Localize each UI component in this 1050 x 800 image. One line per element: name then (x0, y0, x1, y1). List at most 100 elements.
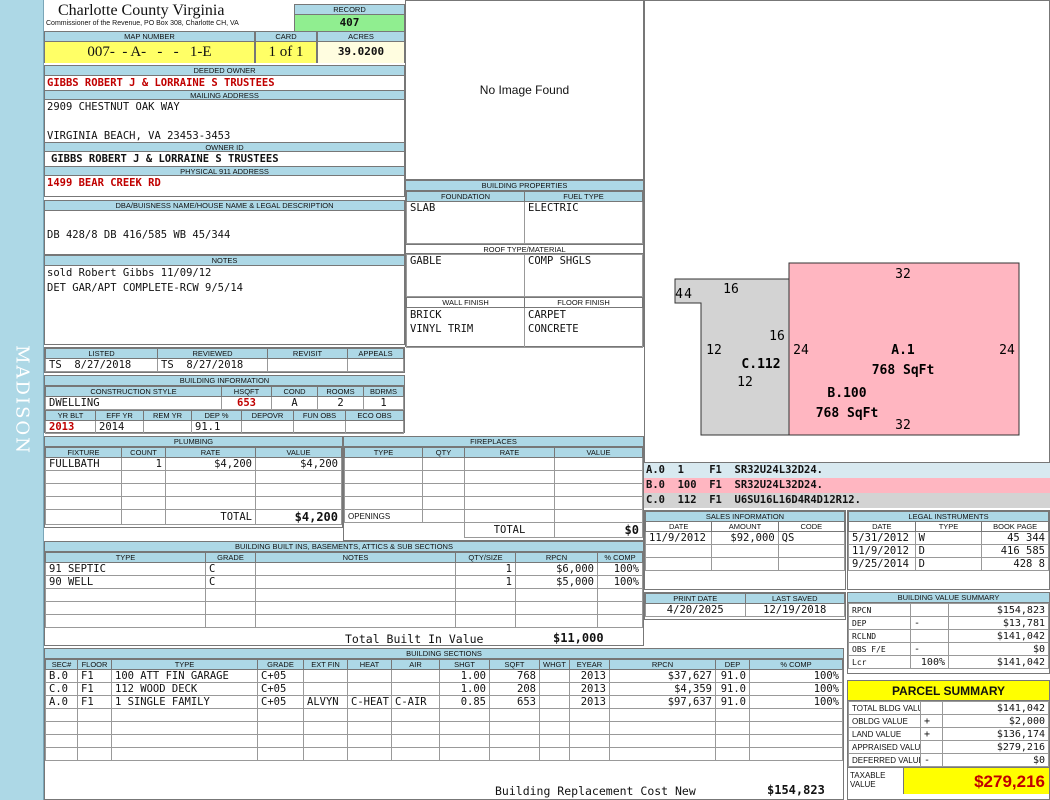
dim-c-left: 12 (706, 343, 722, 358)
print-date: 4/20/2025 (645, 603, 746, 617)
county-title: Charlotte County Virginia (58, 2, 225, 19)
wall-finish: BRICK VINYL TRIM (406, 307, 525, 348)
sale-row: 11/9/2012 $92,000 QS (644, 531, 846, 545)
record-number: 407 (295, 15, 404, 31)
card-number: 1 of 1 (256, 42, 316, 63)
foundation: SLAB (406, 201, 525, 244)
construction-style: DWELLING (45, 396, 222, 410)
parcel-row: APPRAISED VALUE $279,216 (848, 740, 1049, 754)
notes-box: NOTES sold Robert Gibbs 11/09/12 DET GAR… (44, 255, 405, 345)
plumbing-total: $4,200 (255, 509, 342, 525)
county-header: Charlotte County Virginia Commissioner o… (44, 0, 294, 31)
sidebar-district: MADISON (11, 345, 33, 455)
taxable-value: $279,216 (904, 768, 1049, 794)
builtin-total-label: Total Built In Value (345, 632, 484, 646)
dim-top: 32 (895, 267, 911, 282)
legal-instruments-box: LEGAL INSTRUMENTS DATE TYPE BOOK PAGE 5/31… (847, 510, 1050, 590)
section-code-c: C.0 112 F1 U6SU16L16D4R4D12R12. (644, 493, 1050, 508)
sketch-svg: 32 32 24 24 A.1 768 SqFt B.100 768 SqFt … (674, 262, 1020, 436)
building-value-summary: BUILDING VALUE SUMMARY RPCN $154,823 DEP -… (847, 592, 1050, 674)
yr-blt: 2013 (45, 420, 96, 434)
section-b-sqft: 768 SqFt (816, 406, 879, 421)
fuel-type: ELECTRIC (524, 201, 643, 244)
builtin-total: $11,000 (553, 631, 604, 645)
fireplace-total-label: TOTAL (464, 522, 555, 538)
dep-pct: 91.1 (191, 420, 242, 434)
bvs-row: RCLND $141,042 (848, 629, 1049, 643)
card-box: CARD 1 of 1 (255, 31, 317, 63)
fireplaces-box: FIREPLACES TYPE QTY RATE VALUE OPENINGS TOT… (343, 436, 644, 541)
taxable-row: TAXABLE VALUE $279,216 (848, 767, 1049, 794)
bvs-row: RPCN $154,823 (848, 603, 1049, 617)
listed: TS 8/27/2018 (45, 358, 158, 372)
building-sketch: 32 32 24 24 A.1 768 SqFt B.100 768 SqFt … (644, 0, 1050, 463)
revisit (267, 358, 348, 372)
bdrms: 1 (363, 396, 404, 410)
dim-bottom: 32 (895, 418, 911, 433)
plumbing-row: FULLBATH 1 $4,200 $4,200 (45, 457, 342, 471)
sections-total-label: Building Replacement Cost New (495, 784, 696, 798)
section-code-b: B.0 100 F1 SR32U24L32D24. (644, 478, 1050, 493)
building-info-box: BUILDING INFORMATION CONSTRUCTION STYLE H… (44, 375, 405, 434)
instrument-row: 11/9/2012 D 416 585 (848, 544, 1049, 558)
section-c-label: C.112 (741, 357, 780, 372)
section-row: B.0 F1 100 ATT FIN GARAGE C+05 1.00 768 2013 $3… (45, 669, 843, 683)
dim-c-small-2: 4 (684, 287, 692, 302)
section-codes: A.0 1 F1 SR32U24L32D24. B.0 100 F1 SR32U… (644, 463, 1050, 508)
parcel-row: OBLDG VALUE + $2,000 (848, 714, 1049, 728)
instrument-row: 5/31/2012 W 45 344 (848, 531, 1049, 545)
owner-block: DEEDED OWNER GIBBS ROBERT J & LORRAINE S… (44, 65, 405, 197)
eff-yr: 2014 (95, 420, 144, 434)
section-code-a: A.0 1 F1 SR32U24L32D24. (644, 463, 1050, 478)
rem-yr (143, 420, 192, 434)
plumbing-total-label: TOTAL (165, 509, 256, 525)
parcel-row: LAND VALUE + $136,174 (848, 727, 1049, 741)
bvs-row: Lcr 100% $141,042 (848, 655, 1049, 669)
property-photo-placeholder: No Image Found (405, 0, 644, 180)
physical-address: 1499 BEAR CREEK RD (47, 177, 161, 189)
builtins-box: BUILDING BUILT INS, BASEMENTS, ATTICS & … (44, 541, 644, 646)
section-row: C.0 F1 112 WOOD DECK C+05 1.00 208 2013 $4,359 9… (45, 682, 843, 696)
roof-material: COMP SHGLS (524, 254, 643, 297)
instrument-row: 9/25/2014 D 428 8 (848, 557, 1049, 571)
dim-c-bottom: 12 (737, 375, 753, 390)
parcel-summary: PARCEL SUMMARY TOTAL BLDG VALUE$141,042 … (847, 680, 1050, 800)
hsqft: 653 (221, 396, 272, 410)
sidebar: MADISON (0, 0, 44, 800)
fireplace-total: $0 (554, 522, 643, 538)
building-sections-box: BUILDING SECTIONS SEC# FLOOR TYPE GRADE … (44, 648, 844, 800)
plumbing-box: PLUMBING FIXTURE COUNT RATE VALUE FULLBATH 1… (44, 436, 343, 528)
no-image-text: No Image Found (479, 83, 570, 97)
last-saved: 12/19/2018 (744, 603, 845, 617)
parcel-row: DEFERRED VALUE - $0 (848, 753, 1049, 767)
dim-right: 24 (999, 343, 1015, 358)
map-number: 007- - A- - - 1-E (45, 42, 254, 63)
parcel-summary-title: PARCEL SUMMARY (848, 681, 1049, 701)
reviewed: TS 8/27/2018 (157, 358, 268, 372)
rooms: 2 (317, 396, 364, 410)
dim-c-top: 16 (723, 282, 739, 297)
map-number-box: MAP NUMBER 007- - A- - - 1-E (44, 31, 255, 63)
acres-box: ACRES 39.0200 (317, 31, 405, 63)
dim-c-small-1: 4 (675, 287, 683, 302)
floor-finish: CARPET CONCRETE (524, 307, 643, 348)
cond: A (271, 396, 318, 410)
parcel-row: TOTAL BLDG VALUE$141,042 (848, 701, 1049, 715)
section-a-sqft: 768 SqFt (872, 363, 935, 378)
building-properties-box: BUILDING PROPERTIES FOUNDATION FUEL TYPE … (405, 180, 644, 348)
acres-value: 39.0200 (318, 42, 404, 63)
section-b-label: B.100 (827, 386, 866, 401)
record-box: RECORD 407 (294, 4, 405, 31)
appeals (347, 358, 404, 372)
dim-c-right: 16 (769, 329, 785, 344)
note-line-2: DET GAR/APT COMPLETE-RCW 9/5/14 (47, 282, 243, 294)
builtin-row: 90 WELL C 1 $5,000 100% (45, 575, 643, 589)
legal-description-box: DBA/BUISNESS NAME/HOUSE NAME & LEGAL DES… (44, 200, 405, 255)
section-a-label: A.1 (891, 343, 915, 358)
dates-box: PRINT DATE LAST SAVED 4/20/2025 12/19/2018 (644, 592, 846, 620)
sales-box: SALES INFORMATION DATE AMOUNT CODE 11/9/20… (644, 510, 846, 590)
address-line-1: 2909 CHESTNUT OAK WAY (47, 101, 180, 113)
note-line-1: sold Robert Gibbs 11/09/12 (47, 267, 212, 279)
legal-description: DB 428/8 DB 416/585 WB 45/344 (47, 229, 231, 241)
roof-type: GABLE (406, 254, 525, 297)
